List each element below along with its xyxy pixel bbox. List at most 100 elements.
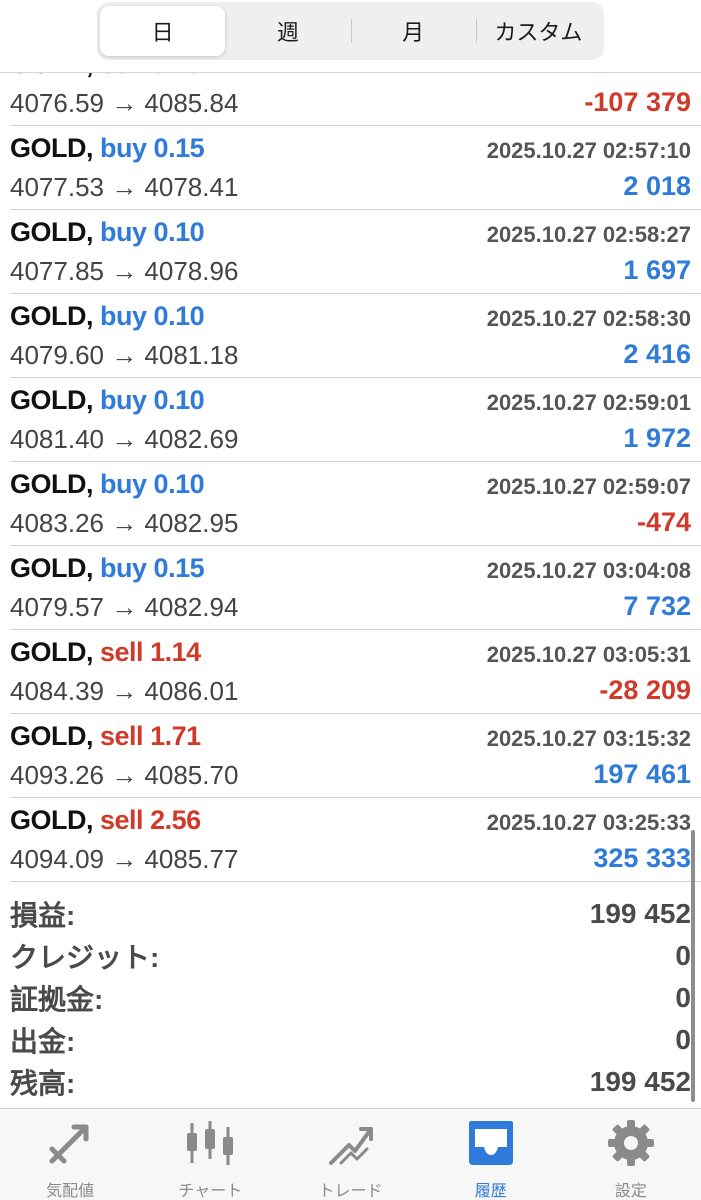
tab-label: チャート — [178, 1181, 243, 1200]
trade-direction: buy — [100, 469, 147, 499]
tab-label: トレード — [318, 1181, 383, 1200]
trade-prices: 4083.26 → 4082.95 — [10, 508, 239, 538]
summary-credit: クレジット: 0 — [10, 935, 691, 977]
summary-label: 証拠金: — [10, 984, 104, 1015]
trade-direction: buy — [100, 133, 147, 163]
trade-symbol: GOLD, — [10, 469, 94, 499]
summary-value: 0 — [675, 940, 691, 971]
tab-settings[interactable]: 設定 — [561, 1109, 701, 1200]
candlestick-icon — [187, 1121, 234, 1165]
gear-icon — [607, 1120, 654, 1166]
trade-volume: 0.10 — [153, 217, 205, 247]
summary-withdrawal: 出金: 0 — [10, 1019, 691, 1061]
trade-time: 2025.10.27 03:05:31 — [486, 642, 691, 667]
period-header: 日 週 月 カスタム — [0, 0, 701, 73]
trade-prices: 4093.26 → 4085.70 — [10, 760, 239, 790]
trade-symbol-line: GOLD, sell 1.14 — [10, 637, 201, 668]
history-screen: GOLD, sell 0.704076.59 → 4085.84-107 379… — [0, 0, 701, 1200]
trade-symbol-line: GOLD, buy 0.10 — [10, 385, 205, 416]
tab-quotes[interactable]: 気配値 — [0, 1109, 140, 1200]
trade-prices: 4077.85 → 4078.96 — [10, 256, 239, 286]
tab-label: 気配値 — [46, 1181, 95, 1200]
trade-symbol: GOLD, — [10, 133, 94, 163]
summary-value: 199 452 — [589, 898, 691, 929]
trade-symbol: GOLD, — [10, 721, 94, 751]
trade-row[interactable]: GOLD, sell 1.14 2025.10.27 03:05:31 4084.3… — [10, 630, 701, 714]
trade-prices: 4079.57 → 4082.94 — [10, 592, 239, 622]
summary-value: 0 — [675, 1024, 691, 1055]
period-tab-custom[interactable]: カスタム — [475, 6, 601, 56]
trade-symbol: GOLD, — [10, 301, 94, 331]
summary-value: 0 — [675, 982, 691, 1013]
summary-balance: 残高: 199 452 — [10, 1061, 691, 1103]
trade-profit: 2 018 — [623, 171, 691, 201]
trade-profit: -474 — [636, 507, 691, 537]
trade-direction: buy — [100, 217, 147, 247]
trade-symbol: GOLD, — [10, 553, 94, 583]
trade-row[interactable]: GOLD, sell 1.71 2025.10.27 03:15:32 4093.2… — [10, 714, 701, 798]
trade-row[interactable]: GOLD, buy 0.10 2025.10.27 02:59:07 4083.26… — [10, 462, 701, 546]
trade-symbol: GOLD, — [10, 637, 94, 667]
summary-profit: 損益: 199 452 — [10, 893, 691, 935]
trade-symbol-line: GOLD, buy 0.10 — [10, 217, 205, 248]
trade-volume: 0.10 — [153, 385, 205, 415]
trade-row[interactable]: GOLD, buy 0.10 2025.10.27 02:58:30 4079.60… — [10, 294, 701, 378]
account-summary: 損益: 199 452 クレジット: 0 証拠金: 0 出金: 0 残高: 19… — [10, 893, 691, 1103]
trade-volume: 0.10 — [153, 301, 205, 331]
trade-row[interactable]: GOLD, buy 0.15 2025.10.27 03:04:08 4079.57… — [10, 546, 701, 630]
trade-row[interactable]: GOLD, buy 0.10 2025.10.27 02:58:27 4077.85… — [10, 210, 701, 294]
trade-profit: 2 416 — [623, 339, 691, 369]
trade-direction: buy — [100, 553, 147, 583]
trade-profit: 325 333 — [593, 843, 691, 873]
trade-direction: sell — [100, 805, 144, 835]
trade-icon — [328, 1127, 373, 1165]
trade-time: 2025.10.27 02:57:10 — [486, 138, 691, 163]
trade-volume: 1.14 — [150, 637, 201, 667]
trade-time: 2025.10.27 02:58:30 — [486, 306, 691, 331]
trade-symbol-line: GOLD, sell 1.71 — [10, 721, 201, 752]
trade-symbol-line: GOLD, buy 0.10 — [10, 469, 205, 500]
trade-symbol: GOLD, — [10, 217, 94, 247]
trade-time: 2025.10.27 02:59:07 — [486, 474, 691, 499]
trade-prices: 4094.09 → 4085.77 — [10, 844, 239, 874]
tab-chart[interactable]: チャート — [140, 1109, 280, 1200]
bottom-tab-bar: 気配値 チャート トレード 履歴 設定 — [0, 1108, 701, 1200]
scroll-indicator[interactable] — [691, 830, 695, 1102]
tab-history[interactable]: 履歴 — [421, 1109, 561, 1200]
quotes-icon — [49, 1124, 89, 1164]
trade-symbol-line: GOLD, buy 0.15 — [10, 133, 205, 164]
trade-time: 2025.10.27 03:25:33 — [486, 810, 691, 835]
tab-label: 履歴 — [474, 1181, 507, 1200]
trade-row[interactable]: GOLD, buy 0.15 2025.10.27 02:57:10 4077.53… — [10, 126, 701, 210]
trade-row[interactable]: GOLD, buy 0.10 2025.10.27 02:59:01 4081.40… — [10, 378, 701, 462]
trade-prices: 4079.60 → 4081.18 — [10, 340, 239, 370]
trade-profit: 197 461 — [593, 759, 691, 789]
trade-prices: 4084.39 → 4086.01 — [10, 676, 239, 706]
period-segmented-control: 日 週 月 カスタム — [97, 2, 604, 60]
period-tab-week[interactable]: 週 — [225, 6, 350, 56]
history-inbox-icon — [468, 1121, 513, 1165]
period-tab-month[interactable]: 月 — [350, 6, 476, 56]
trade-symbol-line: GOLD, buy 0.10 — [10, 301, 205, 332]
trade-direction: buy — [100, 301, 147, 331]
period-tab-day[interactable]: 日 — [100, 6, 226, 56]
summary-label: 出金: — [10, 1026, 76, 1057]
trade-profit: -107 379 — [584, 87, 691, 117]
summary-label: 損益: — [10, 900, 76, 931]
trade-prices: 4076.59 → 4085.84 — [10, 88, 239, 118]
trade-symbol-line: GOLD, buy 0.15 — [10, 553, 205, 584]
trade-volume: 0.15 — [153, 553, 205, 583]
trade-row[interactable]: GOLD, sell 2.56 2025.10.27 03:25:33 4094.0… — [10, 798, 701, 882]
trade-time: 2025.10.27 02:58:27 — [486, 222, 691, 247]
trade-prices: 4077.53 → 4078.41 — [10, 172, 239, 202]
trade-time: 2025.10.27 02:59:01 — [486, 390, 691, 415]
trade-volume: 0.10 — [153, 469, 205, 499]
trade-profit: 1 972 — [623, 423, 691, 453]
trade-history-list[interactable]: GOLD, sell 0.704076.59 → 4085.84-107 379… — [0, 42, 701, 882]
trade-time: 2025.10.27 03:15:32 — [486, 726, 691, 751]
trade-profit: -28 209 — [599, 675, 691, 705]
trade-prices: 4081.40 → 4082.69 — [10, 424, 239, 454]
trade-volume: 0.15 — [153, 133, 205, 163]
tab-trade[interactable]: トレード — [280, 1109, 420, 1200]
tab-label: 設定 — [614, 1181, 647, 1200]
